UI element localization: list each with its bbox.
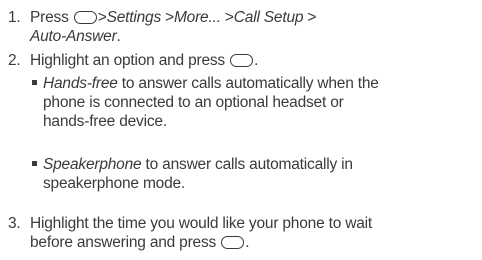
oval-key-icon xyxy=(221,236,245,249)
option-text: Hands-free to answer calls automatically… xyxy=(43,75,379,130)
step-text: Press >Settings >More... >Call Setup > A… xyxy=(30,9,317,45)
step-number: 2. xyxy=(8,52,21,69)
oval-key-icon xyxy=(73,11,97,24)
instruction-page: 1. Press >Settings >More... >Call Setup … xyxy=(0,0,482,260)
square-bullet-icon xyxy=(32,161,37,166)
step-text: Highlight an option and press . xyxy=(30,52,259,69)
square-bullet-icon xyxy=(32,80,37,85)
option-term: Hands-free xyxy=(43,75,118,92)
step-text: Highlight the time you would like your p… xyxy=(30,215,372,251)
option-term: Speakerphone xyxy=(43,156,142,173)
menu-path-auto-answer: Auto-Answer xyxy=(30,28,117,45)
step-number: 3. xyxy=(8,215,21,232)
oval-key-icon xyxy=(230,54,254,67)
step-number: 1. xyxy=(8,9,21,26)
menu-path-more: More... xyxy=(173,9,221,26)
menu-path-call-setup: Call Setup xyxy=(233,9,304,26)
option-text: Speakerphone to answer calls automatical… xyxy=(43,156,353,192)
menu-path-settings: Settings xyxy=(106,9,162,26)
